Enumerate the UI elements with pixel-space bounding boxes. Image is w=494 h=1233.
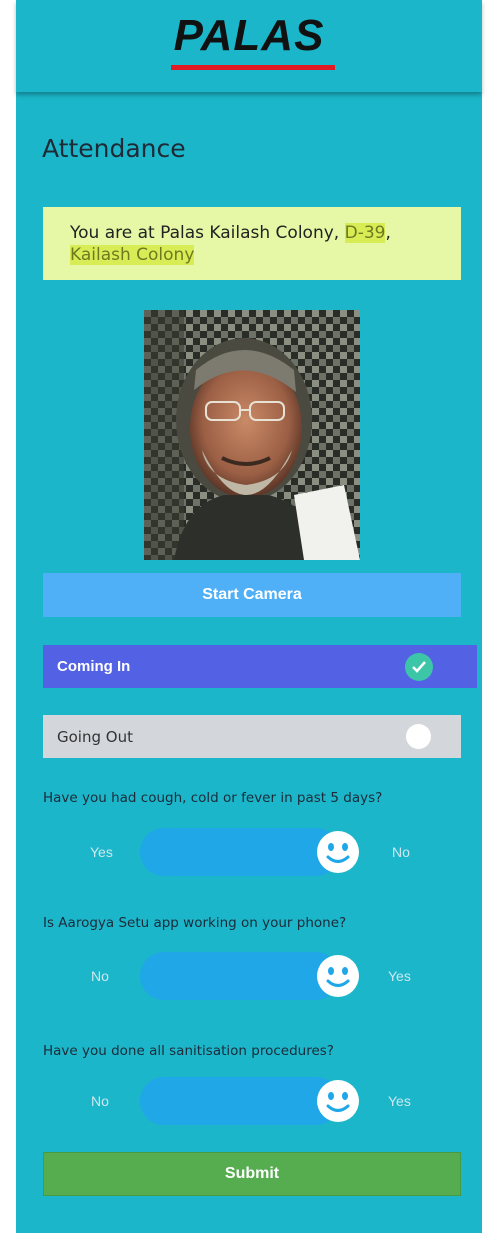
header: PALAS bbox=[16, 0, 482, 92]
coming-in-label: Coming In bbox=[57, 658, 131, 675]
question-2-left-label: No bbox=[91, 968, 109, 984]
app-container: PALAS Attendance You are at Palas Kailas… bbox=[16, 0, 482, 1233]
start-camera-button[interactable]: Start Camera bbox=[43, 573, 461, 617]
slider-track[interactable] bbox=[140, 952, 340, 1000]
check-icon bbox=[405, 653, 433, 681]
question-2-slider[interactable]: No Yes bbox=[43, 952, 461, 1002]
face-photo-image bbox=[144, 310, 360, 560]
submit-button[interactable]: Submit bbox=[43, 1152, 461, 1196]
location-banner: You are at Palas Kailash Colony, D-39, K… bbox=[43, 207, 461, 280]
question-1-right-label: No bbox=[392, 844, 410, 860]
going-out-toggle[interactable]: Going Out bbox=[43, 715, 461, 758]
palas-logo: PALAS bbox=[173, 11, 325, 60]
location-address: D-39 bbox=[344, 223, 386, 243]
question-1-left-label: Yes bbox=[90, 844, 113, 860]
location-prefix: You are at Palas Kailash Colony, bbox=[70, 223, 345, 243]
slider-track[interactable] bbox=[140, 1077, 340, 1125]
location-area: Kailash Colony bbox=[70, 245, 195, 265]
going-out-label: Going Out bbox=[57, 727, 133, 746]
coming-in-toggle[interactable]: Coming In bbox=[43, 645, 477, 688]
question-3-text: Have you done all sanitisation procedure… bbox=[43, 1043, 334, 1059]
question-3-slider[interactable]: No Yes bbox=[43, 1077, 461, 1127]
question-3-right-label: Yes bbox=[388, 1093, 411, 1109]
question-1-slider[interactable]: Yes No bbox=[43, 828, 461, 878]
question-2-text: Is Aarogya Setu app working on your phon… bbox=[43, 915, 347, 931]
smiley-icon[interactable] bbox=[316, 830, 360, 874]
question-1-text: Have you had cough, cold or fever in pas… bbox=[43, 790, 383, 806]
location-separator: , bbox=[385, 223, 391, 243]
radio-knob-icon bbox=[406, 724, 431, 749]
slider-track[interactable] bbox=[140, 828, 340, 876]
page-title: Attendance bbox=[42, 134, 186, 163]
smiley-icon[interactable] bbox=[316, 1079, 360, 1123]
camera-photo bbox=[144, 310, 360, 560]
smiley-icon[interactable] bbox=[316, 954, 360, 998]
logo-underline bbox=[171, 65, 335, 70]
question-2-right-label: Yes bbox=[388, 968, 411, 984]
question-3-left-label: No bbox=[91, 1093, 109, 1109]
